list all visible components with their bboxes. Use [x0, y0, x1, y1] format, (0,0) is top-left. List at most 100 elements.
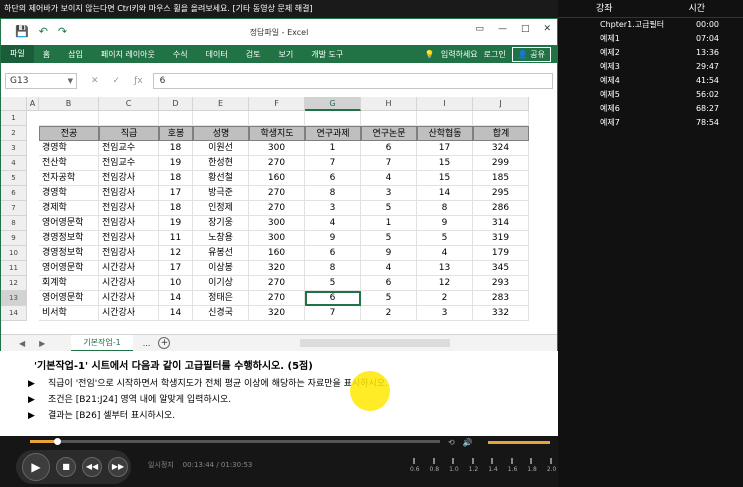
table-cell[interactable]: 18 [159, 171, 193, 186]
table-cell[interactable]: 12 [159, 246, 193, 261]
table-cell[interactable]: 7 [361, 156, 417, 171]
speed-option[interactable]: 1.4 [488, 458, 498, 473]
chevron-down-icon[interactable]: ▼ [68, 74, 73, 88]
table-cell[interactable]: 17 [417, 141, 473, 156]
table-cell[interactable]: 시간강사 [99, 291, 159, 306]
column-header-e[interactable]: E [193, 97, 249, 111]
table-cell[interactable]: 6 [361, 276, 417, 291]
table-cell[interactable]: 293 [473, 276, 529, 291]
table-cell[interactable]: 15 [417, 156, 473, 171]
table-cell[interactable]: 5 [361, 231, 417, 246]
speed-option[interactable]: 1.2 [469, 458, 478, 473]
table-cell[interactable]: 이상봉 [193, 261, 249, 276]
table-cell[interactable]: 6 [305, 246, 361, 261]
share-button[interactable]: 👤 공유 [511, 46, 551, 62]
top-notice[interactable]: 하단의 제어바가 보이지 않는다면 Ctrl키와 마우스 휠을 올려보세요. [… [0, 0, 558, 18]
table-cell[interactable]: 8 [417, 201, 473, 216]
check-icon[interactable]: ✓ [113, 76, 121, 86]
table-cell[interactable]: 경영학 [39, 141, 99, 156]
table-cell[interactable]: 300 [249, 216, 305, 231]
table-cell[interactable]: 정태은 [193, 291, 249, 306]
table-cell[interactable]: 15 [417, 171, 473, 186]
table-cell[interactable]: 이기상 [193, 276, 249, 291]
name-box[interactable]: G13 ▼ [5, 73, 77, 89]
table-cell[interactable]: 전임강사 [99, 246, 159, 261]
table-cell[interactable]: 17 [159, 186, 193, 201]
table-cell[interactable]: 전임강사 [99, 216, 159, 231]
table-cell[interactable]: 3 [361, 186, 417, 201]
table-cell[interactable]: 270 [249, 186, 305, 201]
table-cell[interactable]: 12 [417, 276, 473, 291]
table-cell[interactable]: 17 [159, 261, 193, 276]
table-cell[interactable] [249, 111, 305, 126]
table-cell[interactable]: 비서학 [39, 306, 99, 321]
header-cell[interactable]: 성명 [193, 126, 249, 141]
speed-option[interactable]: 2.0 [547, 458, 556, 473]
table-cell[interactable]: 14 [417, 186, 473, 201]
column-header-d[interactable]: D [159, 97, 193, 111]
column-header-j[interactable]: J [473, 97, 529, 111]
table-cell[interactable]: 전임강사 [99, 186, 159, 201]
table-cell[interactable]: 10 [159, 276, 193, 291]
table-cell[interactable] [193, 111, 249, 126]
table-cell[interactable]: 299 [473, 156, 529, 171]
table-cell[interactable]: 18 [159, 141, 193, 156]
table-cell[interactable]: 179 [473, 246, 529, 261]
row-header[interactable]: 5 [1, 171, 27, 186]
table-cell[interactable]: 18 [159, 201, 193, 216]
close-icon[interactable]: ✕ [543, 24, 551, 34]
table-cell[interactable]: 7 [305, 156, 361, 171]
table-cell[interactable] [417, 111, 473, 126]
table-cell[interactable]: 314 [473, 216, 529, 231]
table-cell[interactable]: 300 [249, 141, 305, 156]
table-cell[interactable]: 13 [417, 261, 473, 276]
chapter-item[interactable]: 예제1 07:04 [558, 32, 743, 46]
play-button[interactable]: ▶ [22, 453, 50, 481]
speed-option[interactable]: 1.0 [449, 458, 459, 473]
table-cell[interactable]: 270 [249, 276, 305, 291]
seek-knob[interactable] [54, 438, 61, 445]
table-cell[interactable]: 5 [361, 291, 417, 306]
table-cell[interactable]: 14 [159, 291, 193, 306]
tab-insert[interactable]: 삽입 [59, 49, 92, 60]
table-cell[interactable]: 신경국 [193, 306, 249, 321]
table-cell[interactable]: 320 [249, 261, 305, 276]
row-header[interactable]: 9 [1, 231, 27, 246]
table-cell[interactable]: 286 [473, 201, 529, 216]
column-header-h[interactable]: H [361, 97, 417, 111]
table-cell[interactable]: 영어영문학 [39, 261, 99, 276]
header-cell[interactable]: 학생지도 [249, 126, 305, 141]
column-header-a[interactable]: A [27, 97, 39, 111]
header-cell[interactable]: 직급 [99, 126, 159, 141]
row-header[interactable]: 10 [1, 246, 27, 261]
chapter-item[interactable]: 예제2 13:36 [558, 46, 743, 60]
table-cell[interactable]: 8 [305, 186, 361, 201]
select-all-corner[interactable] [1, 97, 27, 111]
header-cell[interactable]: 연구논문 [361, 126, 417, 141]
repeat-icon[interactable]: ⟲ [448, 438, 455, 447]
table-cell[interactable]: 270 [249, 291, 305, 306]
table-cell[interactable]: 6 [305, 291, 361, 306]
stop-button[interactable]: ■ [56, 457, 76, 477]
table-cell[interactable]: 경제학 [39, 201, 99, 216]
sheet-tab-basic-1[interactable]: 기본작업-1 [71, 334, 133, 352]
table-cell[interactable]: 270 [249, 201, 305, 216]
table-cell[interactable]: 14 [159, 306, 193, 321]
row-header[interactable]: 11 [1, 261, 27, 276]
seek-bar[interactable] [30, 438, 440, 445]
table-cell[interactable] [305, 111, 361, 126]
row-header[interactable]: 7 [1, 201, 27, 216]
row-header[interactable]: 6 [1, 186, 27, 201]
table-cell[interactable]: 2 [417, 291, 473, 306]
row-header[interactable]: 3 [1, 141, 27, 156]
table-cell[interactable]: 영어영문학 [39, 291, 99, 306]
table-cell[interactable]: 160 [249, 171, 305, 186]
row-header[interactable]: 2 [1, 126, 27, 141]
add-sheet-icon[interactable]: + [158, 337, 171, 349]
table-cell[interactable]: 1 [361, 216, 417, 231]
speed-option[interactable]: 1.8 [527, 458, 537, 473]
table-cell[interactable]: 회계학 [39, 276, 99, 291]
row-header[interactable]: 13 [1, 291, 27, 306]
prev-sheet-icon[interactable]: ◀ [19, 339, 25, 348]
table-cell[interactable]: 인정제 [193, 201, 249, 216]
